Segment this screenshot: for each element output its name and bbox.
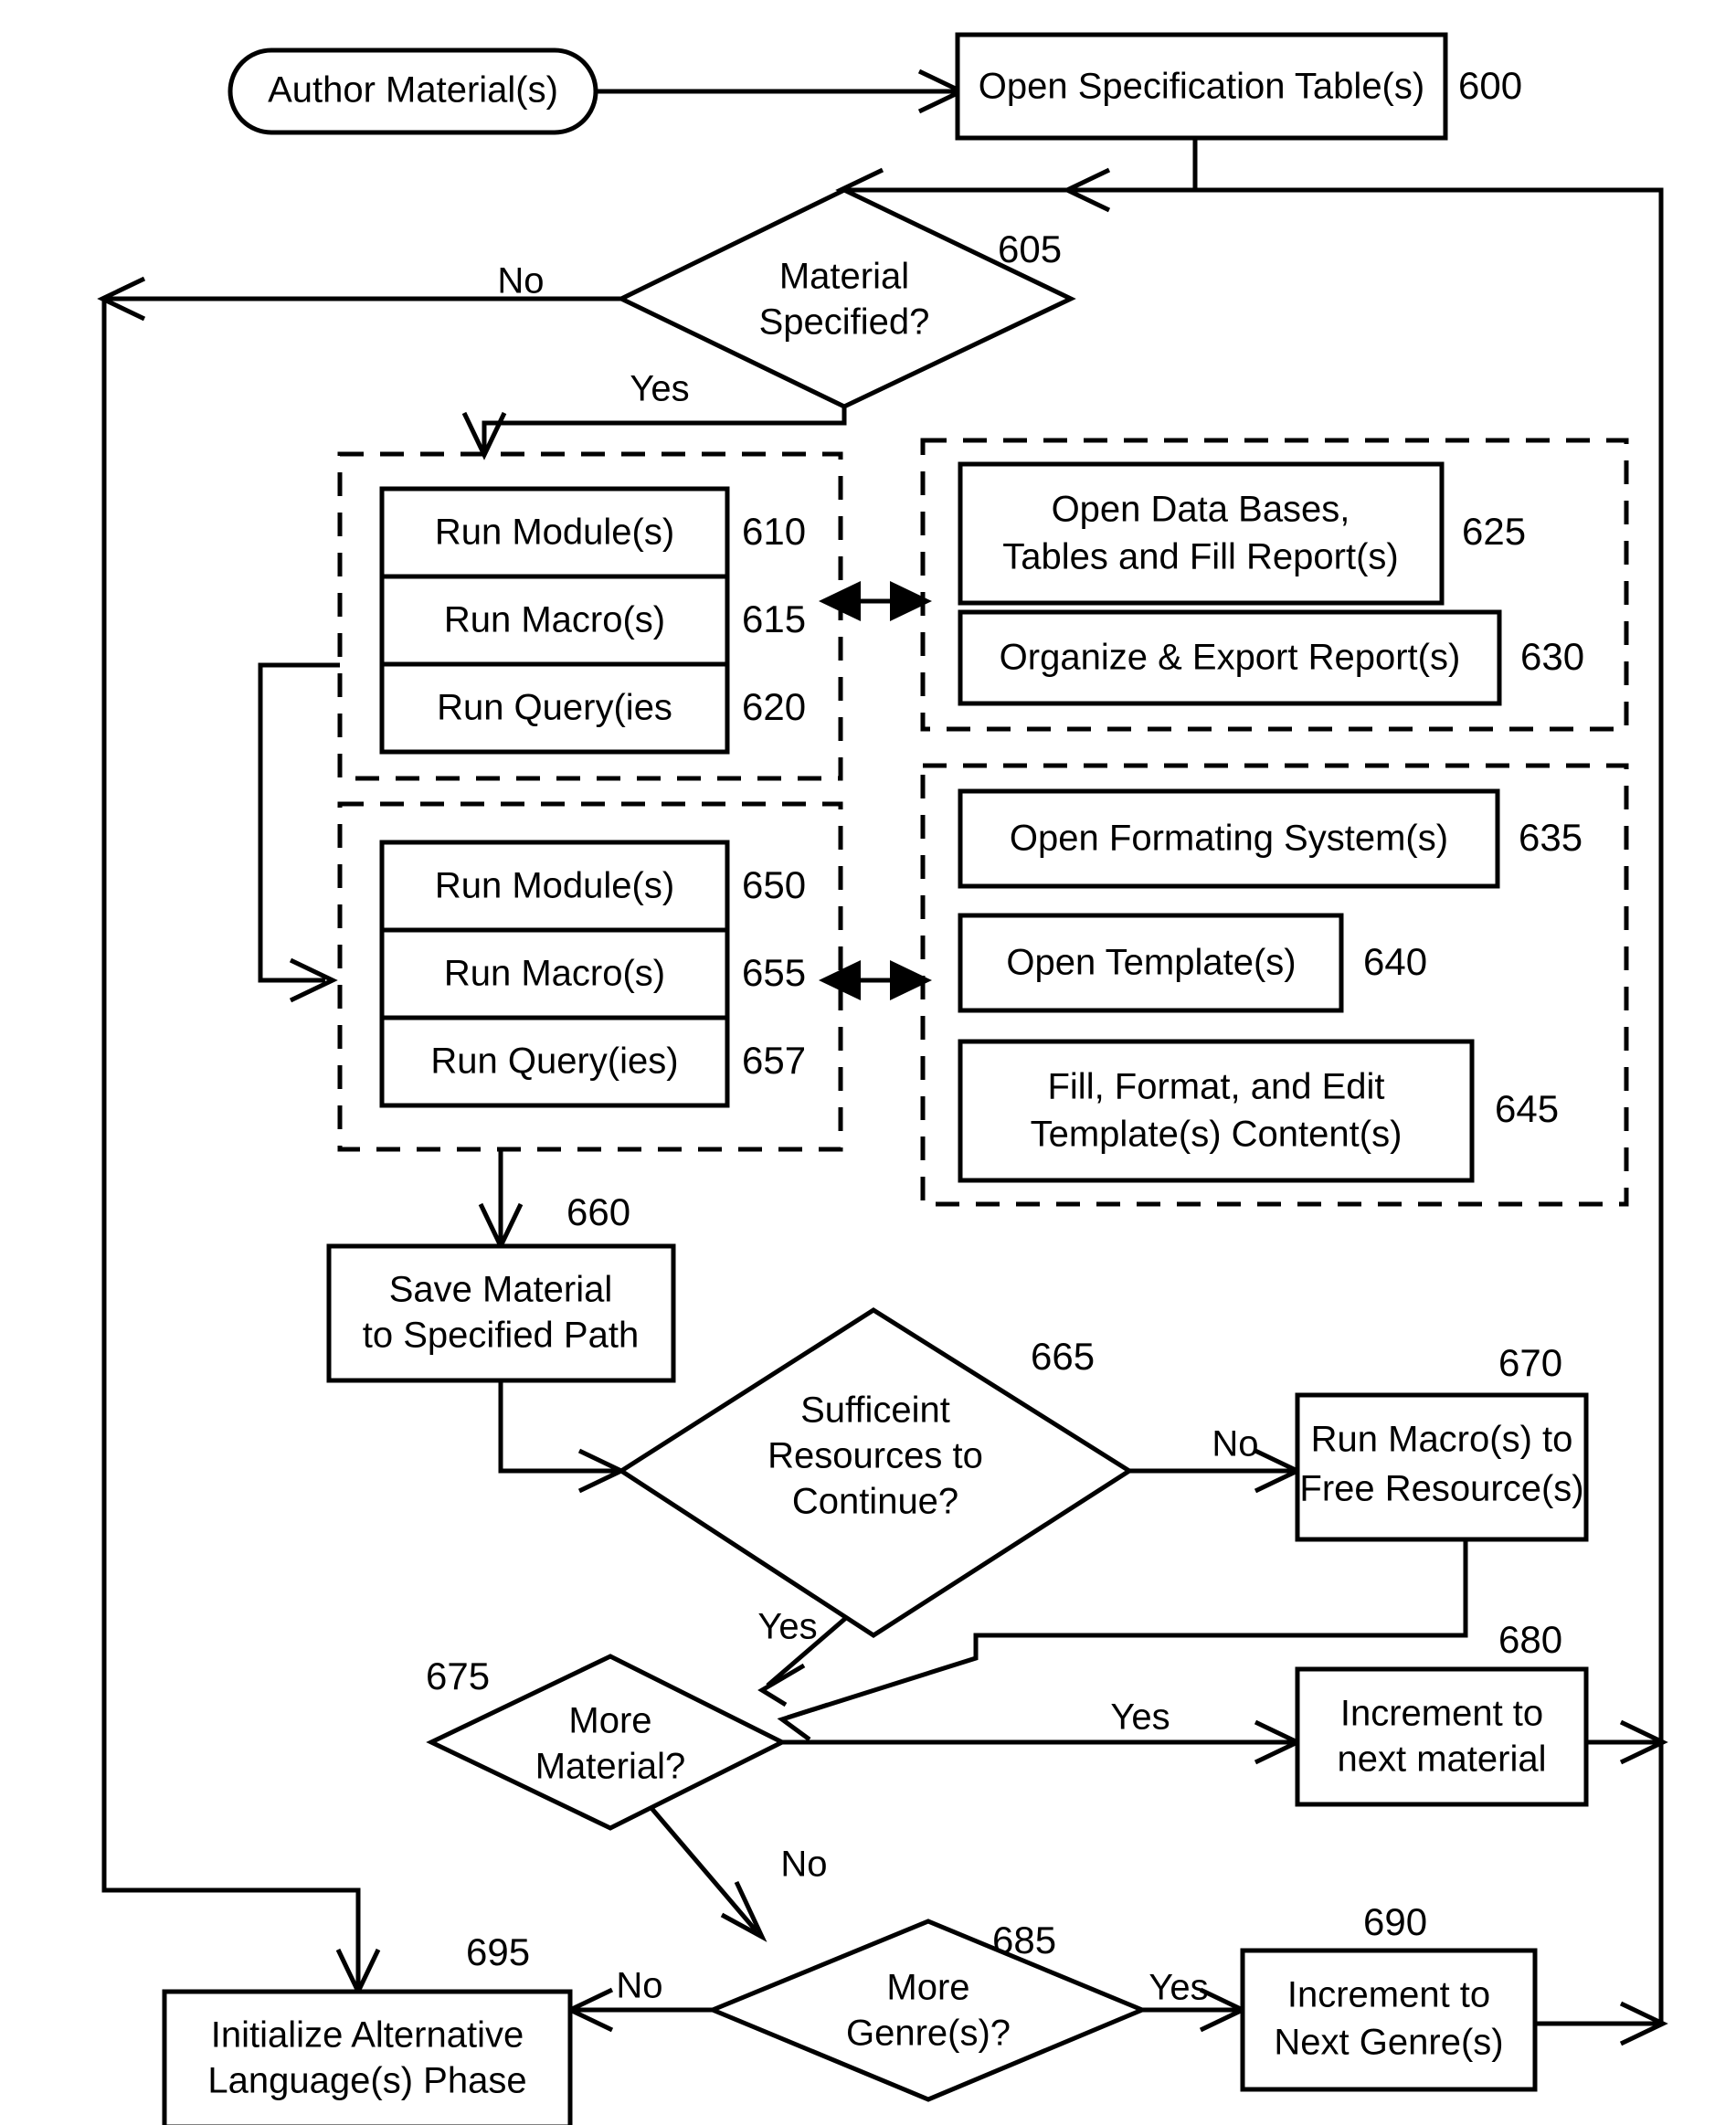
ref-615: 615 (742, 597, 806, 640)
edge-label-675-yes: Yes (1110, 1697, 1170, 1738)
edge-680-to-right-rail (1586, 1719, 1668, 1765)
node-670-run-macros-free-resources[interactable]: Run Macro(s) to Free Resource(s) (1295, 1392, 1589, 1542)
edge-675-no-to-685 (649, 1805, 767, 1942)
node-690-label-line2: Next Genre(s) (1274, 2023, 1503, 2063)
node-680-label-line2: next material (1338, 1739, 1547, 1780)
edge-600-to-605 (835, 137, 1198, 213)
node-625-label-line1: Open Data Bases, (1052, 490, 1350, 530)
node-657-label: Run Query(ies) (430, 1041, 678, 1082)
node-600-label: Open Specification Table(s) (979, 67, 1424, 107)
node-670-label-line2: Free Resource(s) (1299, 1469, 1583, 1509)
edge-group3-group4-bidirectional (819, 960, 932, 1000)
edge-label-685-yes: Yes (1149, 1968, 1208, 2008)
node-660-save-material[interactable]: Save Material to Specified Path (326, 1243, 676, 1383)
node-645-label-line1: Fill, Format, and Edit (1047, 1067, 1384, 1107)
ref-625: 625 (1462, 510, 1526, 553)
edge-675-yes-to-680 (782, 1719, 1303, 1765)
node-615-label: Run Macro(s) (444, 600, 665, 640)
node-635-open-formating-system[interactable]: Open Formating System(s) (958, 788, 1500, 889)
ref-690: 690 (1363, 1900, 1427, 1943)
ref-660: 660 (566, 1190, 630, 1233)
node-665-label-line2: Resources to (767, 1436, 983, 1476)
node-600-open-specification-tables[interactable]: Open Specification Table(s) (955, 32, 1448, 141)
node-655-run-macros[interactable]: Run Macro(s) (379, 927, 730, 1020)
node-615-run-macros[interactable]: Run Macro(s) (379, 574, 730, 667)
left-return-rail (101, 299, 381, 1997)
edge-605-yes (461, 407, 847, 460)
node-675-label-line2: Material? (535, 1747, 686, 1787)
node-645-fill-format-edit-templates[interactable]: Fill, Format, and Edit Template(s) Conte… (958, 1039, 1475, 1183)
node-610-run-modules[interactable]: Run Module(s) (379, 486, 730, 579)
ref-635: 635 (1519, 816, 1583, 859)
edge-690-to-right-rail (1535, 2001, 1668, 2046)
edge-group1-to-group3 (258, 662, 340, 1003)
node-650-label: Run Module(s) (435, 866, 674, 906)
ref-680: 680 (1498, 1618, 1562, 1661)
ref-657: 657 (742, 1039, 806, 1082)
node-695-initialize-alternative-language[interactable]: Initialize Alternative Language(s) Phase (162, 1989, 573, 2125)
node-start-label: Author Material(s) (268, 70, 558, 111)
node-630-label: Organize & Export Report(s) (1000, 638, 1461, 678)
node-660-label-line2: to Specified Path (363, 1316, 639, 1356)
ref-630: 630 (1520, 635, 1584, 678)
node-620-label: Run Query(ies (437, 688, 672, 728)
edge-start-to-600 (596, 69, 967, 114)
node-685-label-line2: Genre(s)? (846, 2014, 1011, 2054)
node-680-label-line1: Increment to (1340, 1694, 1543, 1734)
node-665-label-line1: Sufficeint (800, 1390, 950, 1431)
node-start[interactable]: Author Material(s) (228, 48, 598, 135)
node-630-organize-export-reports[interactable]: Organize & Export Report(s) (958, 609, 1502, 706)
node-610-label: Run Module(s) (435, 513, 674, 553)
edge-label-675-no: No (780, 1845, 827, 1885)
node-620-run-queries[interactable]: Run Query(ies (379, 661, 730, 755)
node-695-label-line2: Language(s) Phase (207, 2061, 526, 2101)
ref-670: 670 (1498, 1341, 1562, 1384)
edge-group1-group2-bidirectional (819, 581, 932, 621)
edge-label-605-yes: Yes (630, 369, 689, 409)
node-640-open-templates[interactable]: Open Template(s) (958, 913, 1344, 1013)
node-675-label-line1: More (568, 1701, 651, 1741)
edge-label-685-no: No (616, 1966, 662, 2006)
node-685-label-line1: More (886, 1968, 969, 2008)
edge-660-to-665 (498, 1380, 627, 1494)
node-655-label: Run Macro(s) (444, 954, 665, 994)
ref-665: 665 (1031, 1335, 1095, 1378)
node-650-run-modules[interactable]: Run Module(s) (379, 840, 730, 933)
edge-label-665-no: No (1212, 1424, 1258, 1464)
ref-620: 620 (742, 685, 806, 728)
ref-650: 650 (742, 863, 806, 906)
node-635-label: Open Formating System(s) (1010, 819, 1448, 859)
node-605-label-line1: Material (779, 257, 909, 297)
ref-675: 675 (426, 1655, 490, 1697)
ref-610: 610 (742, 510, 806, 553)
node-660-label-line1: Save Material (389, 1270, 613, 1310)
node-640-label: Open Template(s) (1006, 943, 1296, 983)
node-690-increment-next-genre[interactable]: Increment to Next Genre(s) (1240, 1948, 1538, 2092)
ref-695: 695 (466, 1930, 530, 1973)
ref-600: 600 (1458, 64, 1522, 107)
node-685-more-genres[interactable]: More Genre(s)? (706, 1919, 1149, 2102)
ref-645: 645 (1495, 1087, 1559, 1130)
ref-640: 640 (1363, 940, 1427, 983)
edge-group3-to-660 (478, 1151, 524, 1252)
node-665-label-line3: Continue? (792, 1482, 958, 1522)
node-645-label-line2: Template(s) Content(s) (1031, 1115, 1403, 1155)
ref-605: 605 (998, 227, 1062, 270)
edge-label-605-no: No (497, 261, 544, 301)
node-695-label-line1: Initialize Alternative (211, 2015, 524, 2056)
node-625-open-databases[interactable]: Open Data Bases, Tables and Fill Report(… (958, 461, 1445, 606)
node-657-run-queries[interactable]: Run Query(ies) (379, 1015, 730, 1108)
ref-685: 685 (992, 1919, 1056, 1961)
node-670-label-line1: Run Macro(s) to (1311, 1420, 1573, 1460)
flowchart-canvas: Author Material(s) Open Specification Ta… (0, 0, 1736, 2125)
edge-label-665-yes: Yes (757, 1607, 817, 1647)
node-605-label-line2: Specified? (759, 302, 930, 343)
node-625-label-line2: Tables and Fill Report(s) (1002, 537, 1399, 577)
node-680-increment-next-material[interactable]: Increment to next material (1295, 1666, 1589, 1807)
node-690-label-line1: Increment to (1287, 1975, 1490, 2015)
ref-655: 655 (742, 951, 806, 994)
